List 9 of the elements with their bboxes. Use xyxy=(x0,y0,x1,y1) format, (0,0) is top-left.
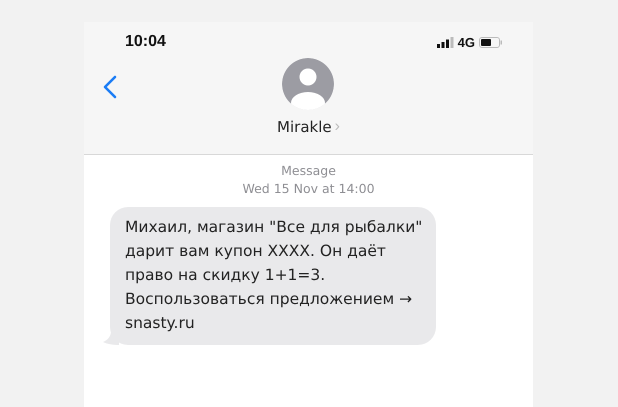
contact-name[interactable]: Mirakle xyxy=(277,118,332,136)
message-timestamp: Wed 15 Nov at 14:00 xyxy=(242,180,375,198)
status-time: 10:04 xyxy=(125,33,166,51)
avatar-icon[interactable] xyxy=(282,58,334,110)
back-icon[interactable] xyxy=(103,75,117,99)
battery-icon xyxy=(479,36,503,48)
service-label: Message xyxy=(281,162,336,180)
network-label: 4G xyxy=(458,34,475,50)
signal-icon xyxy=(436,36,454,48)
